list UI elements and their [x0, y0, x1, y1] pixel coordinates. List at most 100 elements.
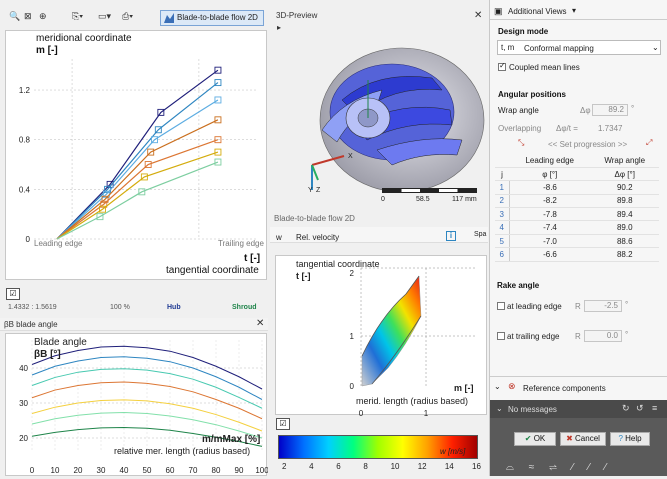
check-icon: ✔ [524, 434, 534, 443]
rake-leading-label: at leading edge [507, 302, 562, 311]
chart-title: meridional coordinate [36, 33, 132, 44]
bottom-tool-icons[interactable]: ⌓ ≈ ⇌ ⁄ ⁄ ⁄ [506, 462, 612, 473]
y-tick-label: 0.8 [19, 136, 31, 145]
help-button[interactable]: ? Help [610, 432, 650, 446]
scale-label-0: 0 [381, 196, 385, 203]
progression-right-icon[interactable]: ⤢ [646, 138, 652, 148]
b2b-y-unit: t [-] [296, 271, 311, 281]
x-tick-label: 20 [74, 466, 83, 475]
svg-text:Y: Y [308, 187, 313, 194]
b2b-x-unit: m [-] [454, 383, 474, 393]
colorbar-unit: w [m/s] [440, 447, 466, 456]
table-row[interactable]: 4 -7.4 89.0 [495, 220, 659, 235]
col-leading-edge: Leading edge [509, 154, 591, 168]
status-zoom: 100 % [110, 304, 130, 311]
y-axis-label: m [-] [36, 45, 58, 56]
wrap-angle-input[interactable]: 89.2 [592, 104, 628, 116]
wrap-angle-label: Wrap angle [498, 106, 539, 115]
zoom-icon[interactable]: 🔍 [9, 10, 20, 22]
cancel-button[interactable]: ✖ Cancel [560, 432, 606, 446]
y-tick-label: 0.4 [19, 185, 31, 194]
betab-x-label: relative mer. length (radius based) [114, 446, 251, 456]
x-tick-label: 40 [120, 466, 129, 475]
table-row[interactable]: 1 -8.6 90.2 [495, 180, 659, 195]
x-axis-label: tangential coordinate [166, 265, 259, 276]
b2b-ytick-0: 0 [350, 382, 355, 391]
status-ratio: 1.4332 : 1.5619 [8, 304, 57, 311]
y-tick-label: 20 [19, 434, 28, 443]
rake-trailing-checkbox[interactable] [497, 332, 505, 340]
tab-blade-to-blade[interactable]: Blade-to-blade flow 2D [160, 10, 264, 26]
flow-field [361, 275, 422, 387]
undo-icon[interactable]: ↺ [636, 403, 644, 414]
w-label: w [276, 233, 282, 242]
save-icon[interactable]: ▭▾ [98, 10, 111, 22]
table-row[interactable]: 2 -8.2 89.8 [495, 194, 659, 209]
table-row[interactable]: 3 -7.8 89.4 [495, 207, 659, 222]
design-mode-header: Design mode [498, 27, 549, 36]
menu-icon[interactable]: ≡ [652, 403, 657, 413]
x-tick-label: 70 [189, 466, 198, 475]
design-mode-icon: t, m [501, 43, 515, 52]
betab-chart-title: Blade angle [34, 337, 87, 348]
close-icon[interactable]: ✕ [256, 318, 264, 330]
y-tick-label: 40 [19, 364, 28, 373]
refresh-icon[interactable]: ↻ [622, 403, 630, 414]
design-mode-select[interactable]: t, m Conformal mapping ⌄ [497, 40, 661, 55]
shroud-label[interactable]: Shroud [232, 304, 257, 311]
copy-icon[interactable]: ⎘▾ [72, 10, 83, 22]
dropdown-icon[interactable]: ▾ [572, 6, 576, 15]
betab-y-label: βB [°] [34, 349, 61, 360]
b2b-view-toggle-icon[interactable]: ☑ [276, 418, 290, 430]
betab-chart-panel: 20 30 40 0 10 20 30 40 50 60 70 80 90 100 Blade angle… [5, 333, 269, 476]
table-row[interactable]: 5 -7.0 88.6 [495, 234, 659, 249]
rake-leading-input[interactable]: -2.5 [584, 300, 622, 312]
blade-flow-icon [164, 13, 174, 23]
ok-button[interactable]: ✔ OK [514, 432, 556, 446]
x-tick-label: 30 [97, 466, 106, 475]
rake-leading-checkbox[interactable] [497, 302, 505, 310]
degree-unit: ° [625, 330, 629, 339]
play-icon[interactable]: ▸ [277, 23, 281, 32]
panel-header: ▣ Additional Views ▾ [490, 4, 667, 20]
print-icon[interactable]: ⎙▾ [122, 10, 133, 22]
fit-view-icon[interactable]: ⊠ [24, 10, 32, 22]
scale-label-1: 58.5 [416, 196, 430, 203]
x-tick-label: 90 [235, 466, 244, 475]
colorbar-tick-label: 6 [336, 462, 341, 471]
info-icon[interactable]: i [446, 231, 456, 241]
preview-title: 3D-Preview [276, 11, 318, 20]
table-row[interactable]: 6 -6.6 88.2 [495, 247, 659, 262]
overlapping-label: Overlapping [498, 124, 542, 133]
wrap-angle-symbol: Δφ [580, 106, 591, 115]
rel-velocity-label[interactable]: Rel. velocity [296, 233, 339, 242]
side-title: Additional Views [508, 7, 567, 16]
betab-panel-title: βB blade angle [0, 318, 268, 331]
degree-unit: ° [625, 300, 629, 309]
expand-icon[interactable]: ▣ [494, 6, 503, 17]
reference-icon: ⊗ [508, 381, 516, 391]
meridional-chart-panel: 0 0.4 0.8 1.2 0 1 meridional coordinate m [-]… [5, 30, 267, 289]
rake-trailing-input[interactable]: 0.0 [584, 330, 622, 342]
checkbox-view-icon[interactable]: ☑ [6, 288, 20, 300]
x-tick-label: 50 [143, 466, 152, 475]
colorbar-tick-label: 2 [282, 462, 287, 471]
impeller-3d-view[interactable]: X Z Y [282, 30, 487, 210]
message-toggle-icon[interactable]: ⌄ [496, 404, 503, 413]
colorbar-tick-label: 14 [444, 462, 454, 471]
coupled-lines-checkbox[interactable] [498, 61, 506, 71]
coupled-lines-label: Coupled mean lines [509, 63, 580, 72]
reference-components-label[interactable]: Reference components [523, 384, 606, 393]
reference-toggle-icon[interactable]: ⌄ [494, 382, 501, 391]
message-bar: ⌄ No messages ↻ ↺ ≡ [490, 400, 667, 418]
crosshair-icon[interactable]: ⊕ [39, 10, 47, 22]
b2b-panel-title: Blade-to-blade flow 2D [274, 214, 355, 223]
close-icon[interactable]: ✕ [474, 10, 482, 22]
b2b-x-label: merid. length (radius based) [356, 396, 469, 406]
colorbar-tick-label: 8 [363, 462, 368, 471]
betab-x-unit: m/mMax [%] [202, 434, 261, 445]
hub-label[interactable]: Hub [167, 304, 181, 311]
progression-left-icon[interactable]: ⤡ [518, 138, 524, 148]
col-dphi: Δφ [°] [590, 167, 659, 182]
set-progression-button[interactable]: << Set progression >> [548, 140, 627, 149]
